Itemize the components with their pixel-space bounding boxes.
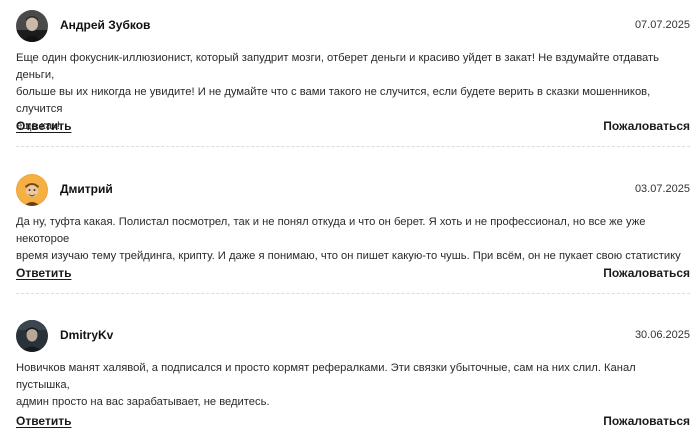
- comment-author: DmitryKv: [60, 328, 114, 342]
- comment-item: Дмитрий 03.07.2025 Да ну, туфта какая. П…: [16, 174, 690, 280]
- reply-link[interactable]: Ответить: [16, 266, 71, 280]
- comment-date: 03.07.2025: [634, 183, 690, 195]
- comment-text: Новичков манят халявой, а подписался и п…: [16, 362, 636, 408]
- comment-actions: Ответить Пожаловаться: [16, 266, 690, 284]
- comment-date: 07.07.2025: [634, 19, 690, 31]
- comment-author: Дмитрий: [60, 182, 113, 196]
- report-link[interactable]: Пожаловаться: [603, 266, 690, 280]
- comment-header: Андрей Зубков 07.07.2025: [16, 10, 690, 42]
- comment-actions: Ответить Пожаловаться: [16, 119, 690, 137]
- comment-text: Да ну, туфта какая. Полистал посмотрел, …: [16, 216, 681, 262]
- comment-item: Андрей Зубков 07.07.2025 Еще один фокусн…: [16, 10, 690, 135]
- divider: [16, 146, 690, 147]
- reply-link[interactable]: Ответить: [16, 119, 71, 133]
- comment-author: Андрей Зубков: [60, 18, 151, 32]
- comment-actions: Ответить Пожаловаться: [16, 414, 690, 432]
- report-link[interactable]: Пожаловаться: [603, 119, 690, 133]
- comment-header: DmitryKv 30.06.2025: [16, 320, 690, 352]
- divider: [16, 293, 690, 294]
- report-link[interactable]: Пожаловаться: [603, 414, 690, 428]
- comment-date: 30.06.2025: [634, 329, 690, 341]
- avatar[interactable]: [16, 10, 48, 42]
- comment-item: DmitryKv 30.06.2025 Новичков манят халяв…: [16, 320, 690, 428]
- comment-header: Дмитрий 03.07.2025: [16, 174, 690, 206]
- reply-link[interactable]: Ответить: [16, 414, 71, 428]
- avatar[interactable]: [16, 174, 48, 206]
- avatar[interactable]: [16, 320, 48, 352]
